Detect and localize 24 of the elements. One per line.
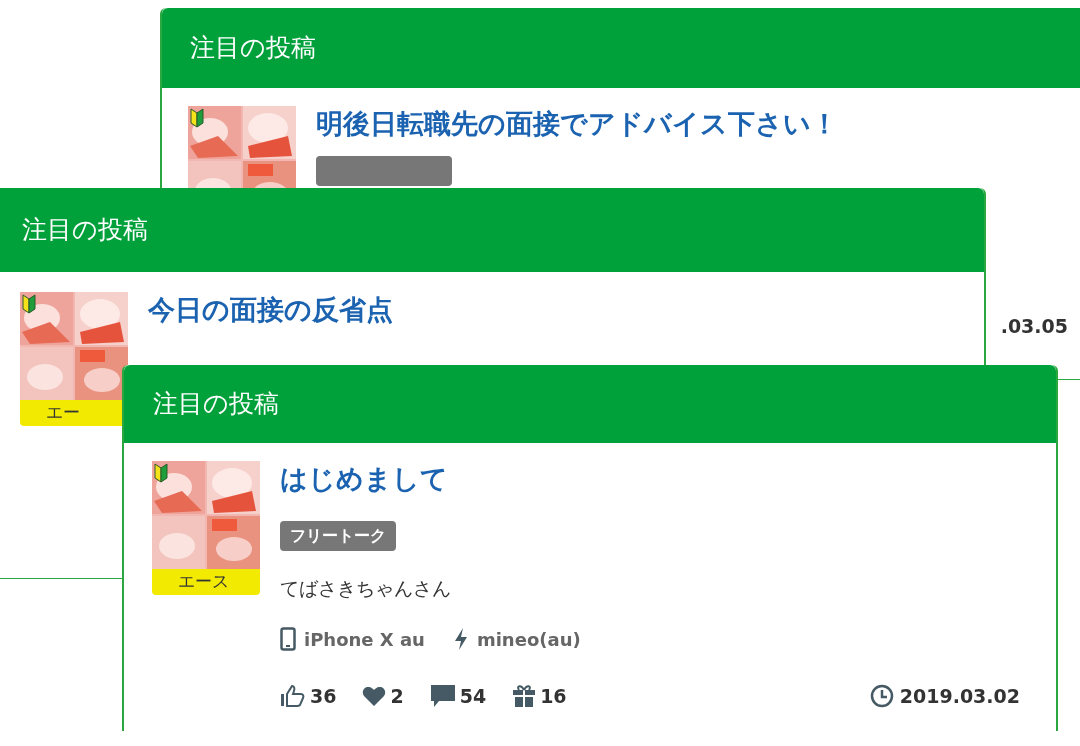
device-name: iPhone X au bbox=[304, 627, 425, 652]
stat-count: 16 bbox=[540, 683, 567, 709]
rank-badge: エース bbox=[152, 569, 260, 595]
clock-icon bbox=[869, 683, 894, 708]
card-title: 注目の投稿 bbox=[153, 388, 279, 421]
lightning-icon bbox=[452, 627, 469, 651]
user-name: てばさきちゃんさん bbox=[280, 576, 452, 601]
post-date: 2019.03.02 bbox=[899, 683, 1020, 709]
gift-icon bbox=[512, 683, 537, 708]
stat-count: 54 bbox=[459, 683, 487, 709]
carrier-name: mineo(au) bbox=[476, 627, 581, 652]
stat-count: 36 bbox=[310, 683, 337, 709]
post-title-link[interactable]: 今日の面接の反省点 bbox=[148, 292, 948, 328]
thumbs-up-icon bbox=[280, 683, 306, 708]
stat-count: 2 bbox=[390, 683, 404, 709]
category-tag: フリートーク bbox=[280, 521, 396, 551]
post-date: .03.05 bbox=[1000, 314, 1068, 339]
phone-icon bbox=[280, 627, 296, 651]
post-title-link[interactable]: 明後日転職先の面接でアドバイス下さい！ bbox=[316, 106, 1068, 142]
post-title-link[interactable]: はじめまして bbox=[280, 461, 1020, 497]
card-title: 注目の投稿 bbox=[190, 32, 316, 65]
speech-bubble-icon bbox=[429, 683, 456, 708]
card-title: 注目の投稿 bbox=[22, 214, 148, 247]
heart-icon bbox=[362, 684, 387, 707]
